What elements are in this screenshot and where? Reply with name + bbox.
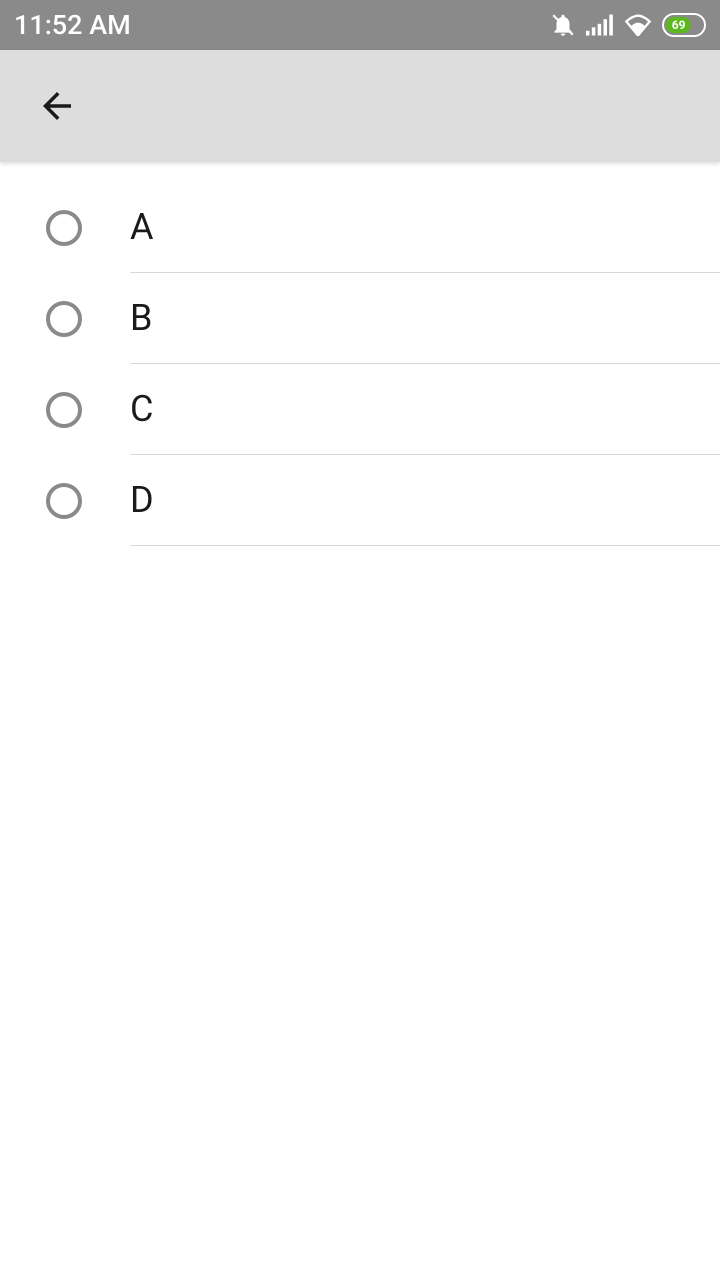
- option-label: C: [130, 388, 153, 430]
- wifi-icon: [624, 14, 652, 36]
- option-label: B: [130, 297, 152, 339]
- status-bar: 11:52 AM 69: [0, 0, 720, 50]
- option-label-wrap: B: [130, 273, 720, 364]
- app-bar: [0, 50, 720, 162]
- option-b[interactable]: B: [0, 273, 720, 364]
- option-label: A: [130, 206, 153, 248]
- status-time: 11:52 AM: [14, 9, 131, 41]
- cellular-signal-icon: [586, 14, 614, 36]
- battery-icon: 69: [662, 13, 706, 37]
- radio-unchecked-icon: [46, 210, 82, 246]
- option-a[interactable]: A: [0, 182, 720, 273]
- options-list: A B C D: [0, 162, 720, 546]
- option-c[interactable]: C: [0, 364, 720, 455]
- arrow-back-icon: [36, 85, 78, 127]
- back-button[interactable]: [36, 85, 78, 127]
- notifications-off-icon: [550, 12, 576, 38]
- option-d[interactable]: D: [0, 455, 720, 546]
- option-label-wrap: D: [130, 455, 720, 546]
- option-label-wrap: A: [130, 182, 720, 273]
- radio-unchecked-icon: [46, 483, 82, 519]
- radio-unchecked-icon: [46, 301, 82, 337]
- status-icons: 69: [550, 12, 706, 38]
- option-label: D: [130, 479, 154, 521]
- option-label-wrap: C: [130, 364, 720, 455]
- battery-level: 69: [666, 17, 691, 33]
- radio-unchecked-icon: [46, 392, 82, 428]
